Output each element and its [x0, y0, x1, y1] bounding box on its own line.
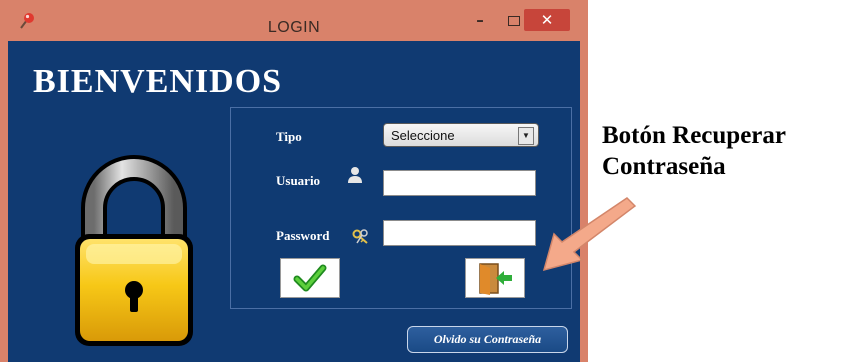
tipo-label: Tipo: [276, 129, 302, 144]
minimize-button[interactable]: –: [466, 9, 494, 31]
exit-button[interactable]: [465, 258, 525, 298]
chevron-down-icon[interactable]: ▼: [518, 127, 534, 145]
exit-door-icon: [479, 263, 512, 295]
login-window: LOGIN – ✕ BIENVENIDOS Tipo Seleccione ▼ …: [0, 0, 588, 362]
callout-line-2: Contraseña: [602, 153, 726, 180]
key-icon: [352, 229, 368, 244]
checkmark-icon: [293, 264, 327, 292]
tipo-selected-value: Seleccione: [391, 128, 455, 143]
forgot-password-button[interactable]: Olvido su Contraseña: [407, 326, 568, 353]
user-icon: [348, 167, 362, 183]
close-button[interactable]: ✕: [524, 9, 570, 31]
callout-text: Botón Recuperar Contraseña: [602, 120, 786, 182]
title-bar[interactable]: LOGIN – ✕: [0, 0, 588, 40]
tipo-select[interactable]: Seleccione ▼: [383, 123, 539, 147]
password-input[interactable]: [383, 220, 536, 246]
usuario-input[interactable]: [383, 170, 536, 196]
content-panel: BIENVENIDOS Tipo Seleccione ▼ Usuario Pa…: [8, 41, 580, 362]
welcome-heading: BIENVENIDOS: [33, 63, 283, 100]
login-button[interactable]: [280, 258, 340, 298]
maximize-icon: [508, 15, 520, 26]
padlock-icon: [75, 155, 193, 346]
usuario-label: Usuario: [276, 173, 321, 188]
callout-line-1: Botón Recuperar: [602, 122, 786, 149]
password-label: Password: [276, 228, 330, 243]
callout-arrow: [542, 197, 637, 272]
login-form: Tipo Seleccione ▼ Usuario Password: [230, 107, 572, 309]
